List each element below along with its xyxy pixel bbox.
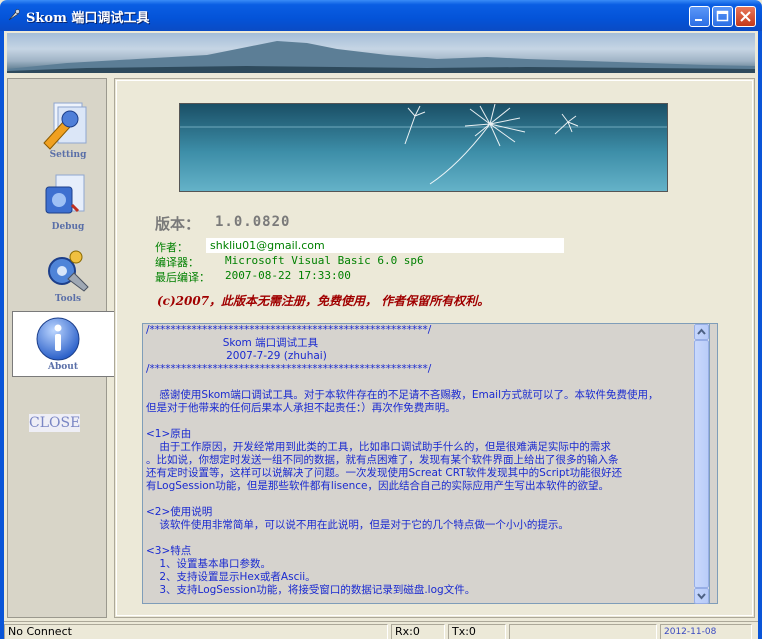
readme-line xyxy=(146,532,716,545)
readme-line: <2>使用说明 xyxy=(146,506,213,518)
readme-line: 。比如说，你想定时发送一组不同的数据，就有点困难了，发现有某个软件界面上给出了很… xyxy=(146,454,619,466)
readme-line: /***************************************… xyxy=(146,324,432,336)
copyright-notice: (c)2007，此版本无需注册，免费使用， 作者保留所有权利。 xyxy=(157,294,490,308)
minimize-button[interactable] xyxy=(689,6,710,27)
readme-line xyxy=(146,415,716,428)
sidebar-item-about[interactable]: About xyxy=(12,311,116,377)
close-window-button[interactable] xyxy=(735,6,756,27)
scroll-up-button[interactable] xyxy=(694,324,709,340)
maximize-icon xyxy=(716,10,729,22)
readme-text: /***************************************… xyxy=(146,324,716,597)
version-value: 1.0.0820 xyxy=(215,214,291,230)
app-window: Skom 端口调试工具 Setting Debug Tools About CL… xyxy=(0,0,762,639)
chevron-up-icon xyxy=(697,328,706,335)
readme-textarea[interactable]: /***************************************… xyxy=(142,323,718,604)
readme-line: 该软件使用非常简单，可以说不用在此说明，但是对于它的几个特点做一个小小的提示。 xyxy=(146,519,569,531)
about-panel-inner: 版本： 1.0.0820 作者： shkliu01@gmail.com 编译器：… xyxy=(116,80,753,616)
scroll-down-button[interactable] xyxy=(694,588,709,604)
readme-line: 有LogSession功能，但是那些软件都有lisence，因此结合自己的实际应… xyxy=(146,480,609,492)
debug-icon xyxy=(45,174,85,214)
readme-line xyxy=(146,493,716,506)
about-panel: 版本： 1.0.0820 作者： shkliu01@gmail.com 编译器：… xyxy=(114,78,755,618)
status-blank xyxy=(509,624,657,639)
maximize-button[interactable] xyxy=(712,6,733,27)
sidebar-item-label: Debug xyxy=(51,222,85,232)
readme-line: 2、支持设置显示Hex或者Ascii。 xyxy=(146,571,316,583)
version-label: 版本： xyxy=(155,215,201,233)
readme-scrollbar[interactable] xyxy=(694,323,710,604)
readme-line: 但是对于他带来的任何后果本人承担不起责任：）再次作免费声明。 xyxy=(146,402,456,414)
status-connection: No Connect xyxy=(4,624,388,639)
window-title: Skom 端口调试工具 xyxy=(26,11,150,26)
settings-icon xyxy=(43,102,87,150)
window-border-left xyxy=(0,31,4,639)
compiler-value: Microsoft Visual Basic 6.0 sp6 xyxy=(225,254,424,267)
author-label: 作者： xyxy=(155,241,188,254)
header-banner-image xyxy=(7,33,755,73)
readme-line: 还有定时设置等，这样可以说解决了问题。一次发现使用Screat CRT软件发现其… xyxy=(146,467,623,479)
status-datetime: 2012-11-08 16:25:41 xyxy=(660,624,752,639)
readme-line: Skom 端口调试工具 xyxy=(146,337,319,349)
window-border-right xyxy=(758,31,762,639)
readme-line: /***************************************… xyxy=(146,363,432,375)
title-bar[interactable]: Skom 端口调试工具 xyxy=(0,0,762,31)
status-bar: No Connect Rx:0 Tx:0 2012-11-08 16:25:41 xyxy=(4,621,758,639)
minimize-icon xyxy=(695,19,702,21)
scroll-thumb[interactable] xyxy=(694,340,709,588)
readme-line: <1>原由 xyxy=(146,428,192,440)
tools-icon xyxy=(48,250,89,292)
readme-line xyxy=(146,376,716,389)
compiler-label: 编译器： xyxy=(155,256,199,269)
readme-line: 感谢使用Skom端口调试工具。对于本软件存在的不足请不吝赐教，Email方式就可… xyxy=(146,389,659,401)
info-icon xyxy=(36,317,80,361)
status-tx: Tx:0 xyxy=(448,624,506,639)
build-label: 最后编译： xyxy=(155,271,210,284)
readme-line: 3、支持LogSession功能，将接受窗口的数据记录到磁盘.log文件。 xyxy=(146,584,476,596)
status-rx: Rx:0 xyxy=(391,624,445,639)
readme-line: 1、设置基本串口参数。 xyxy=(146,558,272,570)
sidebar-item-setting[interactable]: Setting xyxy=(13,99,113,163)
sidebar-item-debug[interactable]: Debug xyxy=(13,171,113,235)
sidebar-item-label: About xyxy=(48,362,78,372)
chevron-down-icon xyxy=(697,593,706,600)
build-value: 2007-08-22 17:33:00 xyxy=(225,269,351,282)
dandelion-image xyxy=(179,103,668,192)
sidebar-item-label: Tools xyxy=(54,294,82,304)
author-value: shkliu01@gmail.com xyxy=(210,239,325,252)
readme-line: 2007-7-29 (zhuhai) xyxy=(146,350,327,362)
readme-line: <3>特点 xyxy=(146,545,192,557)
close-icon xyxy=(740,11,751,22)
sidebar-nav: Setting Debug Tools About CLOSE xyxy=(7,78,116,618)
sidebar-item-label: Setting xyxy=(49,150,87,160)
readme-line: 由于工作原因，开发经常用到此类的工具，比如串口调试助手什么的，但是很难满足实际中… xyxy=(146,441,611,453)
app-icon xyxy=(8,9,20,21)
sidebar-item-tools[interactable]: Tools xyxy=(13,243,113,307)
close-button[interactable]: CLOSE xyxy=(29,414,81,432)
